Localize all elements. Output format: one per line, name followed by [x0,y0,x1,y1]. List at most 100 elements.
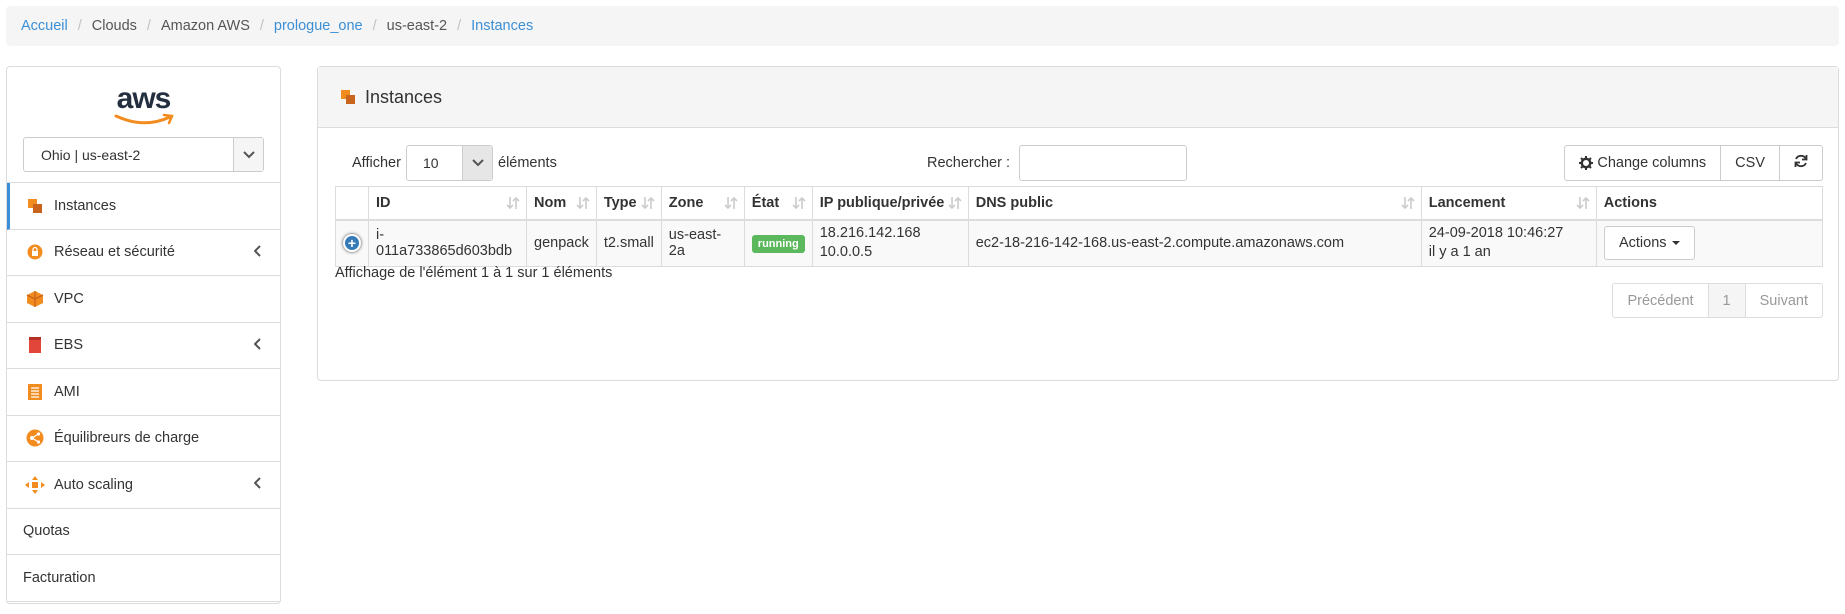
cell-id: i-011a733865d603bdb [368,219,527,267]
chevron-down-icon[interactable] [462,146,492,180]
sidebar-item-ami[interactable]: AMI [7,369,280,416]
column-header-launch[interactable]: Lancement [1420,186,1597,221]
refresh-button[interactable] [1779,145,1823,181]
aws-logo: aws [7,67,280,137]
load-balancer-icon [25,428,45,448]
column-header-ip[interactable]: IP publique/privée [811,186,969,221]
cell-state: running [743,219,813,267]
breadcrumb-instances[interactable]: Instances [471,18,533,34]
sort-icon [724,196,738,214]
sidebar-item-label: Équilibreurs de charge [54,430,200,447]
chevron-left-icon [253,337,262,354]
breadcrumb-prologue-one[interactable]: prologue_one [274,18,363,34]
sidebar-item-network-security[interactable]: Réseau et sécurité [7,230,280,276]
cell-actions: Actions [1595,219,1824,267]
instances-panel: Instances Afficher 10 éléments Recherche… [317,66,1839,381]
chevron-left-icon [253,477,262,493]
column-header-actions: Actions [1595,186,1824,221]
chevron-down-icon[interactable] [233,138,263,171]
sidebar-nav: Instances Réseau et sécurité VPC EBS AMI… [7,182,280,602]
table-controls: Afficher 10 éléments Rechercher : Change… [318,145,1838,181]
column-header-label: IP publique/privée [819,194,945,211]
sort-icon [506,196,520,214]
region-select-value: Ohio | us-east-2 [41,146,141,163]
cell-zone: us-east-2a [660,219,745,267]
column-header-label: DNS public [975,194,1054,211]
column-header-id[interactable]: ID [368,186,527,221]
column-header-state[interactable]: État [743,186,813,221]
sidebar-item-ebs[interactable]: EBS [7,323,280,369]
column-header-label: Zone [668,194,704,211]
change-columns-button[interactable]: Change columns [1564,145,1722,181]
column-header-name[interactable]: Nom [526,186,597,221]
breadcrumb-amazon-aws: Amazon AWS [160,18,250,34]
column-header-dns[interactable]: DNS public [967,186,1422,221]
sort-icon [576,196,590,214]
breadcrumb-region: us-east-2 [386,18,448,34]
column-header-label: ID [376,194,391,211]
sidebar: aws Ohio | us-east-2 Instances Réseau et… [6,66,281,604]
sidebar-item-load-balancers[interactable]: Équilibreurs de charge [7,416,280,462]
instances-icon [340,89,356,105]
auto-scaling-icon [25,475,45,495]
search-input[interactable] [1019,145,1187,181]
ip-public: 18.216.142.168 [819,225,921,242]
gear-icon [1579,156,1594,170]
sort-icon [792,196,806,214]
column-header-label: Nom [534,194,567,211]
breadcrumb-separator: / [457,18,462,34]
expand-cell: + [335,219,369,267]
pagination-next[interactable]: Suivant [1744,283,1823,318]
sidebar-item-instances[interactable]: Instances [7,183,280,230]
sidebar-item-label: AMI [54,383,80,400]
pagination-previous[interactable]: Précédent [1612,283,1709,318]
cell-dns: ec2-18-216-142-168.us-east-2.compute.ama… [967,219,1422,267]
column-header-label: Actions [1603,194,1657,211]
search-label: Rechercher : [927,155,1011,171]
vpc-icon [25,289,45,309]
column-header-label: État [751,194,780,211]
page-length-label: Afficher [352,155,401,171]
column-header-type[interactable]: Type [595,186,662,221]
sidebar-item-label: Réseau et sécurité [54,244,175,261]
breadcrumb-home[interactable]: Accueil [21,18,68,34]
sidebar-item-billing[interactable]: Facturation [7,555,280,602]
table-header-row: ID Nom Type Zone État IP publique/privée… [335,186,1824,221]
caret-down-icon [1671,241,1680,246]
sidebar-item-auto-scaling[interactable]: Auto scaling [7,462,280,509]
table-row[interactable]: + i-011a733865d603bdb genpack t2.small u… [335,219,1824,267]
actions-label: Actions [1618,235,1667,252]
elements-label: éléments [498,155,557,171]
breadcrumb-separator: / [146,18,151,34]
cell-type: t2.small [595,219,662,267]
ebs-icon [25,335,45,355]
breadcrumb-clouds: Clouds [91,18,137,34]
breadcrumb-separator: / [77,18,82,34]
ami-icon [25,382,45,402]
ip-private: 10.0.0.5 [819,244,873,261]
region-select[interactable]: Ohio | us-east-2 [23,137,264,172]
actions-dropdown-button[interactable]: Actions [1603,226,1695,261]
breadcrumb-separator: / [259,18,264,34]
panel-title: Instances [365,86,443,107]
sidebar-item-quotas[interactable]: Quotas [7,509,280,555]
pagination-page[interactable]: 1 [1707,283,1746,318]
aws-logo-text: aws [116,82,172,115]
sidebar-item-label: Instances [54,197,117,214]
cell-ip: 18.216.142.168 10.0.0.5 [811,219,969,267]
column-header-label: Lancement [1428,194,1506,211]
panel-header: Instances [318,67,1838,128]
sort-icon [1401,196,1415,214]
column-header-zone[interactable]: Zone [660,186,745,221]
csv-button[interactable]: CSV [1720,145,1780,181]
sidebar-item-label: Quotas [23,523,70,540]
refresh-icon [1794,154,1808,172]
sidebar-item-vpc[interactable]: VPC [7,276,280,323]
expand-row-icon[interactable]: + [343,234,361,253]
page-length-select[interactable]: 10 [406,145,493,181]
sidebar-item-label: VPC [54,290,84,307]
sort-icon [948,196,962,214]
change-columns-label: Change columns [1597,155,1707,171]
instances-icon [25,196,45,216]
column-header-expand [335,186,369,221]
